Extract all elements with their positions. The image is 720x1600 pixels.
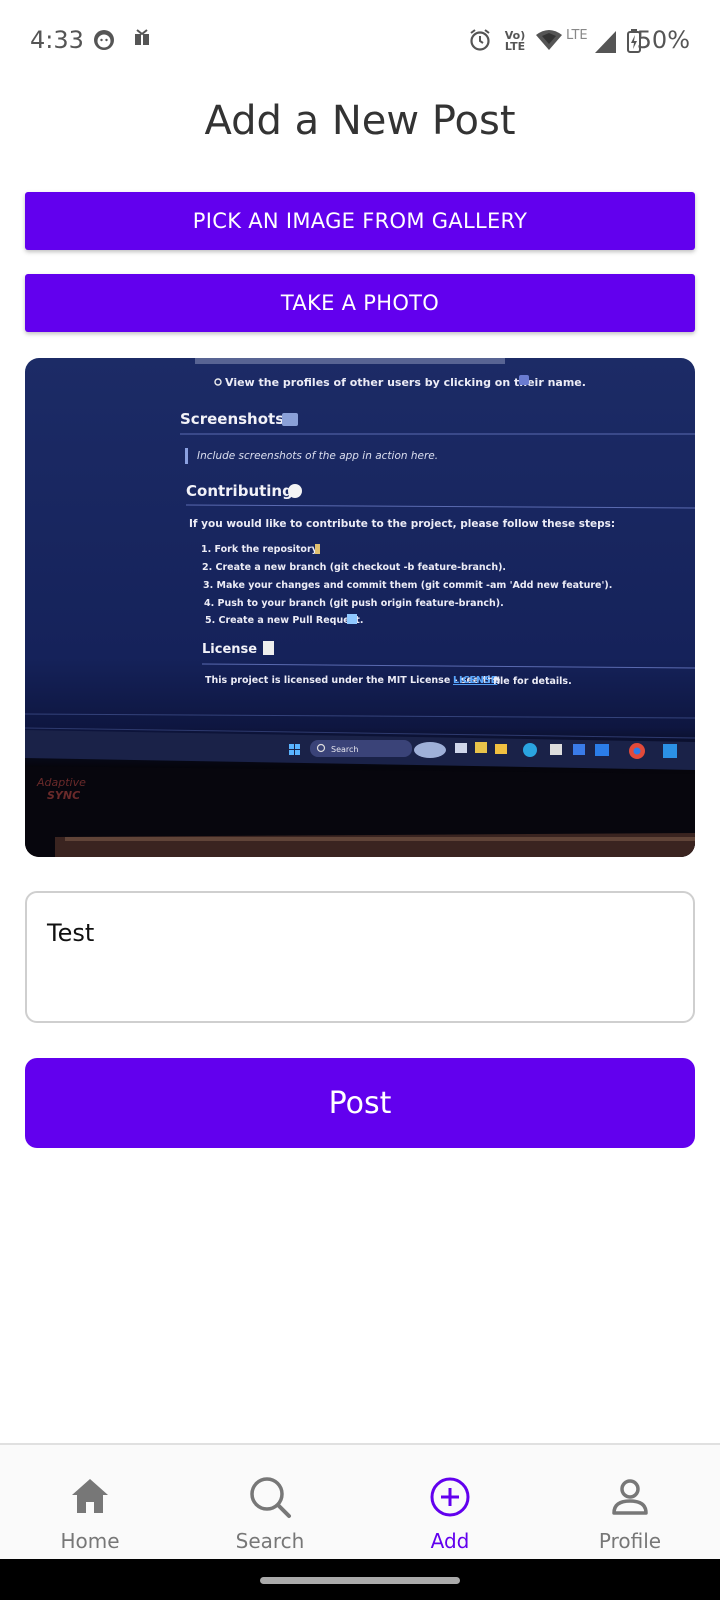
nav-profile-label: Profile	[598, 1529, 662, 1553]
readme-step-5: 5. Create a new Pull Request.	[205, 615, 363, 626]
readme-license-link: LICENSE	[453, 675, 497, 686]
nav-home-label: Home	[60, 1529, 120, 1553]
gift-icon	[134, 28, 150, 50]
pick-from-gallery-button[interactable]: PICK AN IMAGE FROM GALLERY	[25, 192, 695, 250]
page-title: Add a New Post	[204, 98, 516, 144]
volte-icon: Vo) LTE	[504, 29, 526, 53]
readme-contrib-intro: If you would like to contribute to the p…	[189, 518, 615, 530]
system-navigation-bar	[0, 1559, 720, 1600]
nav-profile[interactable]: Profile	[540, 1445, 720, 1561]
post-button[interactable]: Post	[25, 1058, 695, 1148]
battery-percent: 50%	[636, 26, 690, 54]
monitor-brand-adaptive: Adaptive	[36, 776, 86, 789]
face-icon	[92, 28, 116, 56]
readme-heading-contributing: Contributing	[186, 482, 293, 500]
nav-search[interactable]: Search	[180, 1445, 360, 1561]
status-bar: 4:33 Vo) LTE LTE 50%	[0, 0, 720, 84]
home-gesture-pill[interactable]	[260, 1577, 460, 1584]
readme-quote: Include screenshots of the app in action…	[197, 450, 438, 462]
nav-home[interactable]: Home	[0, 1445, 180, 1561]
readme-step-3: 3. Make your changes and commit them (gi…	[203, 580, 612, 591]
home-icon	[68, 1475, 112, 1519]
lte-label: LTE	[566, 28, 588, 43]
wifi-icon	[535, 28, 563, 56]
readme-heading-license: License	[202, 642, 257, 657]
status-time: 4:33	[30, 26, 84, 54]
readme-step-4: 4. Push to your branch (git push origin …	[204, 598, 504, 609]
search-icon	[248, 1475, 292, 1519]
signal-icon	[594, 30, 618, 58]
readme-license-tail: file for details.	[493, 676, 572, 687]
person-icon	[608, 1475, 652, 1519]
take-photo-button[interactable]: TAKE A PHOTO	[25, 274, 695, 332]
taskbar-search-label: Search	[331, 745, 358, 754]
readme-heading-screenshots: Screenshots	[180, 410, 284, 428]
monitor-brand-sync: SYNC	[47, 789, 80, 802]
readme-step-2: 2. Create a new branch (git checkout -b …	[202, 562, 506, 573]
alarm-icon	[468, 28, 492, 56]
caption-input[interactable]: Test	[25, 891, 695, 1023]
nav-add[interactable]: Add	[360, 1445, 540, 1561]
readme-line-profiles: View the profiles of other users by clic…	[225, 376, 586, 389]
add-circle-icon	[428, 1475, 472, 1519]
bottom-navigation: Home Search Add Profile	[0, 1443, 720, 1559]
nav-search-label: Search	[235, 1529, 305, 1553]
readme-step-1: 1. Fork the repository.	[201, 544, 321, 555]
nav-add-label: Add	[430, 1529, 470, 1553]
image-preview: View the profiles of other users by clic…	[25, 358, 695, 857]
